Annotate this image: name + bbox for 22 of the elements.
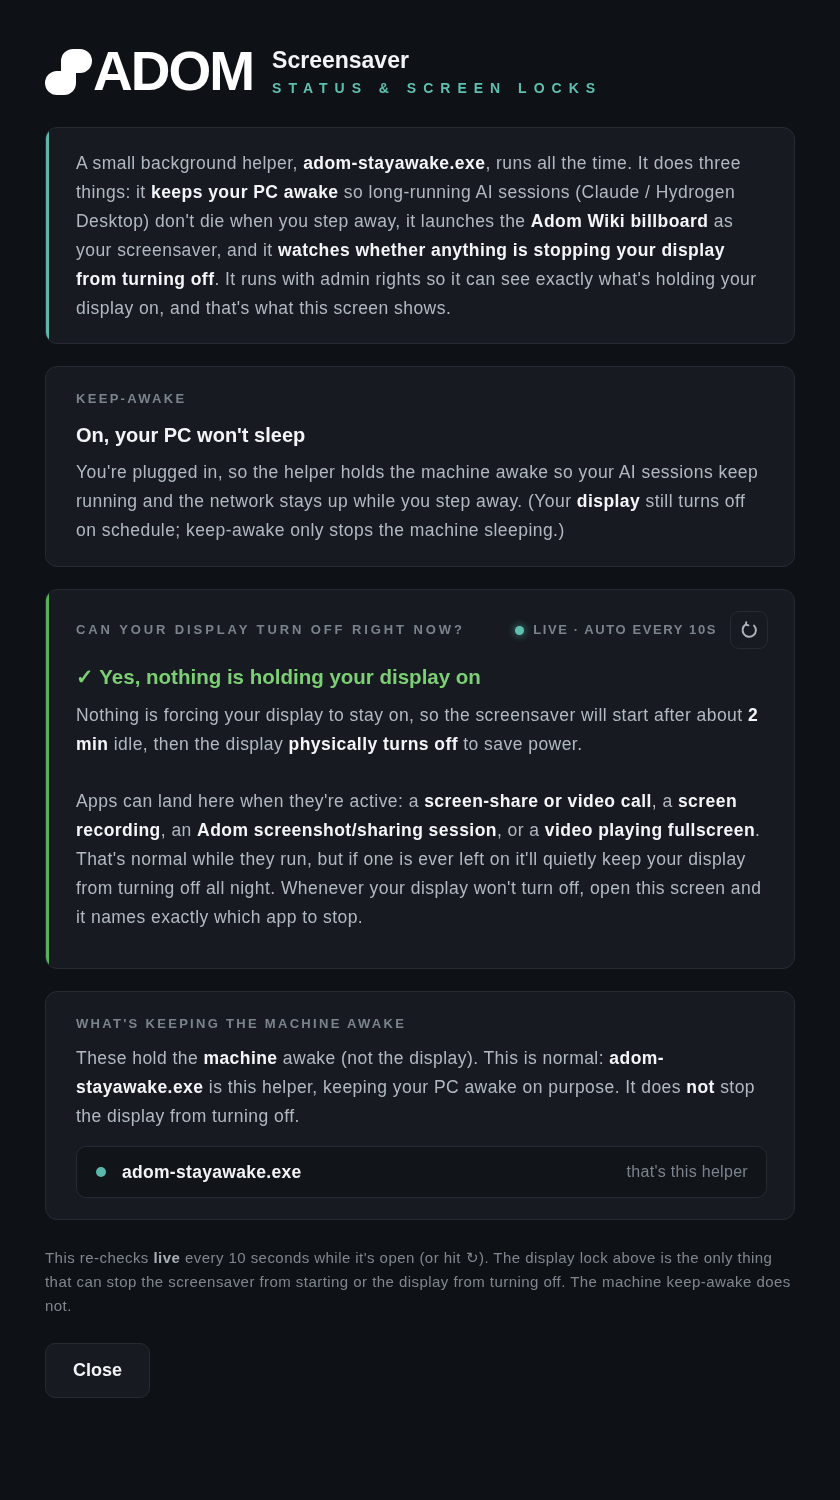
live-dot-icon xyxy=(515,625,525,635)
section-heading: On, your PC won't sleep xyxy=(76,423,307,448)
process-name: adom-stayawake.exe xyxy=(122,1161,303,1183)
description-text: Apps can land here when they're active: a screen-share or video call, a screen recording, an Adom screenshot/sharing session, or a video playing fullscreen. That's normal while they run, but if one is ever left on it'll quietly keep your display from turning off all night. Whenever your display won't turn off, open this screen and it names exactly which app to stop. xyxy=(76,790,763,929)
footnote-text: This re-checks live every 10 seconds while it's open (or hit ↻). The display lock above is the only thing that can stop the screensaver from starting or the display from turning off. The machine keep-awake does not. xyxy=(45,1248,792,1316)
process-note: that's this helper xyxy=(626,1163,748,1181)
section-label: KEEP-AWAKE xyxy=(76,391,188,407)
refresh-button[interactable] xyxy=(730,611,768,649)
close-button[interactable]: Close xyxy=(45,1343,151,1398)
status-heading: ✓ Yes, nothing is holding your display on xyxy=(76,664,482,690)
refresh-icon xyxy=(739,620,759,640)
description-text: These hold the machine awake (not the display). This is normal: adom-stayawake.exe is this helper, keeping your PC awake on purpose. It does not stop the display from turning off. xyxy=(76,1047,757,1128)
logo-text: ADOM xyxy=(93,44,254,99)
section-label: WHAT'S KEEPING THE MACHINE AWAKE xyxy=(76,1016,408,1032)
section-label: CAN YOUR DISPLAY TURN OFF RIGHT NOW? xyxy=(76,622,466,638)
description-text: A small background helper, adom-stayawake.exe, runs all the time. It does three things: it keeps your PC awake so long-running AI sessions (Claude / Hydrogen Desktop) don't die when you step away, it launches the Adom Wiki billboard as your screensaver, and it watches whether anything is stopping your display from turning off. It runs with admin rights so it can see exactly what's holding your display on, and that's what this screen shows. xyxy=(76,152,758,320)
description-text: Nothing is forcing your display to stay on, so the screensaver will start after about 2 min idle, then the display physically turns off to save power. xyxy=(76,704,760,756)
live-indicator-text: LIVE · AUTO EVERY 10S xyxy=(533,622,717,638)
description-text: You're plugged in, so the helper holds the machine awake so your AI sessions keep running and the network stays up while you step away. (Your display still turns off on schedule; keep-awake only stops the machine sleeping.) xyxy=(76,461,760,542)
page-title: Screensaver xyxy=(272,46,410,74)
page-subtitle: STATUS & SCREEN LOCKS xyxy=(272,79,603,97)
logo-mark-icon xyxy=(45,48,92,95)
